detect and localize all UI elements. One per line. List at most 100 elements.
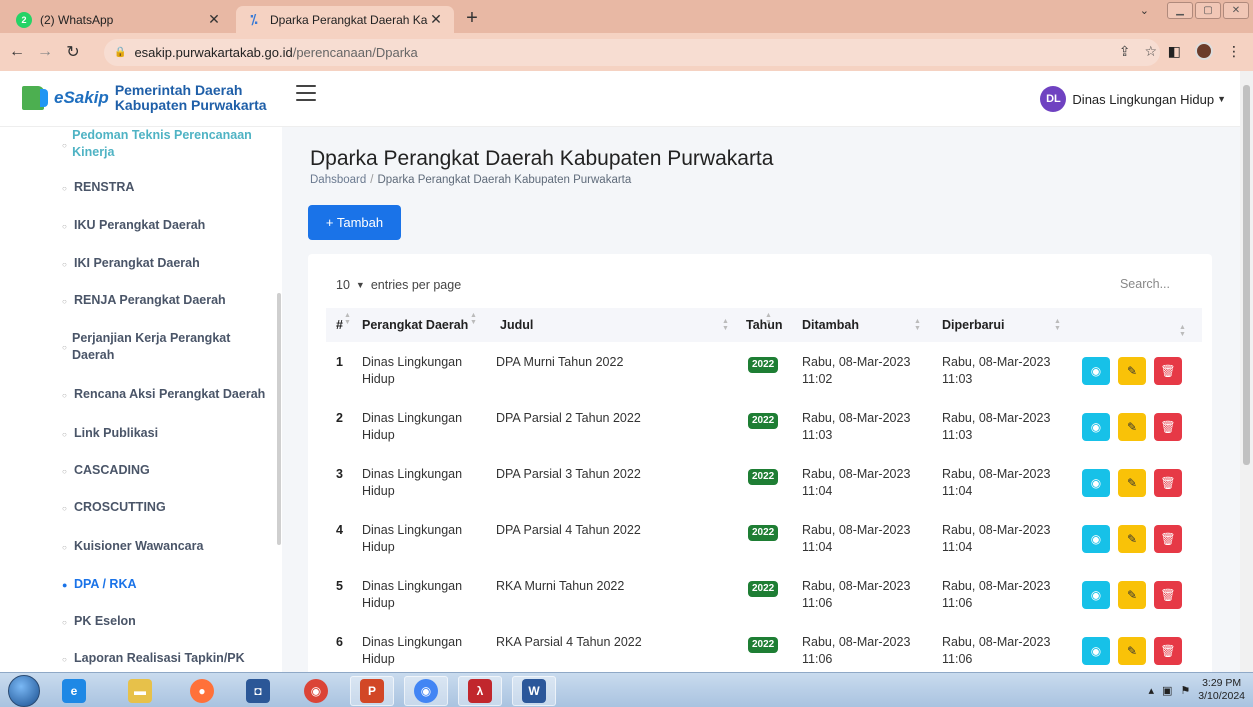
delete-button[interactable]: 🗑 bbox=[1154, 637, 1182, 665]
row-perangkat-daerah: Dinas Lingkungan Hidup bbox=[362, 354, 462, 388]
delete-button[interactable]: 🗑 bbox=[1154, 469, 1182, 497]
view-button[interactable]: ◉ bbox=[1082, 469, 1110, 497]
row-diperbarui: Rabu, 08-Mar-2023 11:03 bbox=[942, 354, 1050, 388]
pd-line2: Hidup bbox=[362, 372, 395, 386]
system-tray: ▴ ▣ ⚑ 3:29 PM 3/10/2024 bbox=[1148, 677, 1245, 703]
row-number: 6 bbox=[336, 635, 343, 649]
taskbar-chrome[interactable]: ◉ bbox=[294, 676, 338, 706]
col-header-diperbarui[interactable]: Diperbarui bbox=[942, 318, 1005, 332]
profile-avatar[interactable] bbox=[1195, 42, 1213, 60]
row-perangkat-daerah: Dinas Lingkungan Hidup bbox=[362, 410, 462, 444]
add-button[interactable]: + Tambah bbox=[308, 205, 401, 240]
eye-icon: ◉ bbox=[1090, 420, 1102, 434]
edit-button[interactable]: ✎ bbox=[1118, 525, 1146, 553]
row-number: 4 bbox=[336, 523, 343, 537]
chevron-down-icon[interactable]: ▼ bbox=[356, 280, 365, 290]
col-header-ditambah[interactable]: Ditambah bbox=[802, 318, 859, 332]
close-tab-icon[interactable]: ✕ bbox=[428, 11, 444, 28]
close-window-icon[interactable]: ✕ bbox=[1223, 2, 1249, 19]
delete-button[interactable]: 🗑 bbox=[1154, 357, 1182, 385]
taskbar-powerpoint[interactable]: P bbox=[350, 676, 394, 706]
hamburger-menu-icon[interactable] bbox=[296, 85, 316, 101]
delete-button[interactable]: 🗑 bbox=[1154, 525, 1182, 553]
taskbar-acrobat[interactable]: λ bbox=[458, 676, 502, 706]
col-header-judul[interactable]: Judul bbox=[500, 318, 533, 332]
maximize-icon[interactable]: ▢ bbox=[1195, 2, 1221, 19]
breadcrumb-home-link[interactable]: Dahsboard bbox=[310, 174, 366, 186]
app-header: eSakip Pemerintah Daerah Kabupaten Purwa… bbox=[0, 71, 1240, 127]
added-time: 11:04 bbox=[802, 484, 833, 498]
tab-esakip[interactable]: ⁒ Dparka Perangkat Daerah Kabupa ✕ bbox=[236, 6, 454, 33]
user-menu[interactable]: DL Dinas Lingkungan Hidup ▼ bbox=[1040, 86, 1226, 112]
esakip-favicon-icon: ⁒ bbox=[250, 11, 258, 27]
edit-button[interactable]: ✎ bbox=[1118, 637, 1146, 665]
sidebar-item-iki[interactable]: ○ IKI Perangkat Daerah bbox=[62, 255, 200, 273]
sidepanel-icon[interactable]: ◧ bbox=[1168, 43, 1181, 60]
reload-icon[interactable]: ↻ bbox=[62, 42, 84, 62]
taskbar-word[interactable]: W bbox=[512, 676, 556, 706]
taskbar-ie[interactable]: e bbox=[52, 676, 96, 706]
taskbar: e ▬ ● ◘ ◉ P ◉ λ W ▴ ▣ ⚑ 3:29 PM 3/10/2024 bbox=[0, 672, 1253, 707]
pd-line2: Hidup bbox=[362, 596, 395, 610]
tab-search-icon[interactable]: ⌄ bbox=[1140, 4, 1149, 17]
url-input[interactable]: 🔒 esakip.purwakartakab.go.id/perencanaan… bbox=[104, 39, 1160, 66]
edit-button[interactable]: ✎ bbox=[1118, 413, 1146, 441]
start-button[interactable] bbox=[8, 675, 40, 707]
sidebar-item-croscutting[interactable]: ○ CROSCUTTING bbox=[62, 499, 166, 517]
back-icon[interactable]: ← bbox=[6, 43, 28, 61]
sidebar-item-iku[interactable]: ○ IKU Perangkat Daerah bbox=[62, 217, 205, 235]
clock[interactable]: 3:29 PM 3/10/2024 bbox=[1198, 677, 1245, 703]
sidebar-item-cascading[interactable]: ○ CASCADING bbox=[62, 462, 150, 480]
sidebar-item-laporan-realisasi[interactable]: ○ Laporan Realisasi Tapkin/PK bbox=[62, 650, 245, 668]
sidebar-item-rencana-aksi[interactable]: ○ Rencana Aksi Perangkat Daerah bbox=[62, 386, 265, 404]
sidebar-item-perjanjian-kerja[interactable]: ○ Perjanjian Kerja Perangkat Daerah bbox=[62, 330, 242, 364]
sidebar-item-kuisioner[interactable]: ○ Kuisioner Wawancara bbox=[62, 538, 203, 556]
trash-icon: 🗑 bbox=[1160, 588, 1176, 602]
bookmark-star-icon[interactable]: ☆ bbox=[1144, 43, 1157, 60]
tab-whatsapp[interactable]: 2 (2) WhatsApp ✕ bbox=[6, 6, 232, 33]
taskbar-explorer[interactable]: ▬ bbox=[118, 676, 162, 706]
sidebar-item-pk-eselon[interactable]: ○ PK Eselon bbox=[62, 613, 136, 631]
action-center-icon[interactable]: ⚑ bbox=[1180, 684, 1190, 697]
share-icon[interactable]: ⇪ bbox=[1119, 43, 1131, 60]
taskbar-chrome-running[interactable]: ◉ bbox=[404, 676, 448, 706]
view-button[interactable]: ◉ bbox=[1082, 637, 1110, 665]
sidebar-scrollbar[interactable] bbox=[277, 293, 281, 545]
view-button[interactable]: ◉ bbox=[1082, 525, 1110, 553]
delete-button[interactable]: 🗑 bbox=[1154, 413, 1182, 441]
sidebar-item-renja[interactable]: ○ RENJA Perangkat Daerah bbox=[62, 292, 226, 310]
sidebar-item-link-publikasi[interactable]: ○ Link Publikasi bbox=[62, 425, 158, 443]
brand-logo[interactable]: eSakip Pemerintah Daerah Kabupaten Purwa… bbox=[22, 83, 267, 113]
updated-date: Rabu, 08-Mar-2023 bbox=[942, 635, 1051, 649]
edit-button[interactable]: ✎ bbox=[1118, 581, 1146, 609]
col-header-number[interactable]: # bbox=[336, 318, 343, 332]
network-icon[interactable]: ▣ bbox=[1162, 684, 1172, 697]
taskbar-app-blue[interactable]: ◘ bbox=[236, 676, 280, 706]
view-button[interactable]: ◉ bbox=[1082, 357, 1110, 385]
new-tab-icon[interactable]: + bbox=[462, 8, 482, 28]
col-header-perangkat-daerah[interactable]: Perangkat Daerah bbox=[362, 318, 468, 332]
tab-title: Dparka Perangkat Daerah Kabupa bbox=[270, 12, 428, 27]
page-scrollbar[interactable] bbox=[1240, 71, 1253, 672]
folder-icon: ▬ bbox=[128, 679, 152, 703]
view-button[interactable]: ◉ bbox=[1082, 581, 1110, 609]
row-diperbarui: Rabu, 08-Mar-2023 11:04 bbox=[942, 466, 1050, 500]
sidebar-item-dpa-rka[interactable]: ● DPA / RKA bbox=[62, 576, 137, 594]
delete-button[interactable]: 🗑 bbox=[1154, 581, 1182, 609]
row-ditambah: Rabu, 08-Mar-2023 11:03 bbox=[802, 410, 910, 444]
forward-icon[interactable]: → bbox=[34, 43, 56, 61]
tray-expand-icon[interactable]: ▴ bbox=[1148, 684, 1154, 697]
menu-kebab-icon[interactable]: ⋮ bbox=[1227, 43, 1241, 60]
sidebar-item-pedoman[interactable]: ○ Pedoman Teknis Perencanaan Kinerja bbox=[62, 127, 262, 161]
edit-button[interactable]: ✎ bbox=[1118, 469, 1146, 497]
view-button[interactable]: ◉ bbox=[1082, 413, 1110, 441]
edit-button[interactable]: ✎ bbox=[1118, 357, 1146, 385]
taskbar-firefox[interactable]: ● bbox=[180, 676, 224, 706]
search-input[interactable]: Search... bbox=[1060, 272, 1190, 296]
entries-select[interactable]: 10 bbox=[336, 278, 350, 292]
close-tab-icon[interactable]: ✕ bbox=[206, 11, 222, 28]
minimize-icon[interactable]: ▁ bbox=[1167, 2, 1193, 19]
scrollbar-thumb[interactable] bbox=[1243, 85, 1250, 465]
clock-date: 3/10/2024 bbox=[1198, 690, 1245, 702]
sidebar-item-renstra[interactable]: ○ RENSTRA bbox=[62, 179, 134, 197]
